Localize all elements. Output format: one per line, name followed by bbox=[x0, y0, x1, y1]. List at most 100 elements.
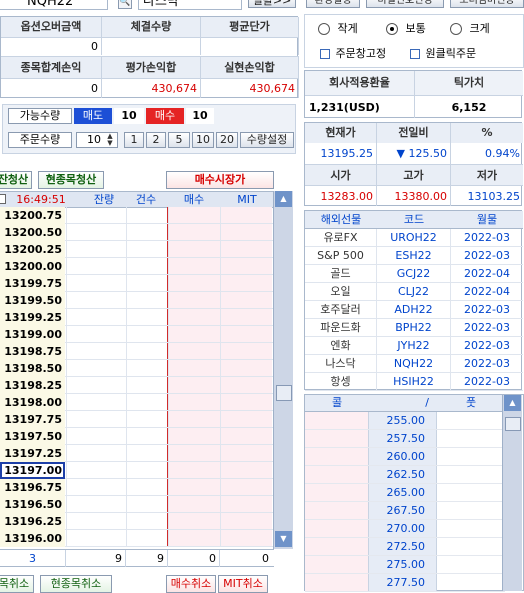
futures-name[interactable]: 엔화 bbox=[305, 337, 377, 355]
price-cell[interactable]: 13196.00 bbox=[0, 530, 65, 547]
table-row[interactable]: 13199.00 bbox=[0, 326, 293, 343]
search-icon[interactable]: 🔍 bbox=[118, 0, 132, 9]
table-row[interactable]: 13197.50 bbox=[0, 428, 293, 445]
table-row[interactable]: 13198.00 bbox=[0, 394, 293, 411]
clear-button[interactable]: 잔청산 bbox=[0, 171, 32, 189]
futures-month[interactable]: 2022-04 bbox=[451, 283, 523, 301]
password-button[interactable]: 비밀번호변경 bbox=[366, 0, 444, 8]
table-row[interactable]: 13200.25 bbox=[0, 241, 293, 258]
futures-name[interactable]: 오일 bbox=[305, 283, 377, 301]
market-buy-button[interactable]: 매수시장가 bbox=[166, 171, 274, 189]
cancel-current-button[interactable]: 현종목취소 bbox=[40, 575, 112, 593]
futures-code[interactable]: ADH22 bbox=[377, 301, 451, 319]
futures-name[interactable]: 나스닥 bbox=[305, 355, 377, 373]
futures-month[interactable]: 2022-03 bbox=[451, 319, 523, 337]
batch-button[interactable]: 일괄>> bbox=[248, 0, 296, 8]
table-row[interactable]: 13200.00 bbox=[0, 258, 293, 275]
order-grid[interactable]: 13200.75 13200.50 13200.25 13200.00 13199.75… bbox=[0, 207, 293, 547]
options-list: 콜 / 풋 255.00 257.50 260.00 262.50 265.00 267.… bbox=[304, 394, 524, 592]
table-row[interactable]: 13197.75 bbox=[0, 411, 293, 428]
qty-5-button[interactable]: 5 bbox=[168, 132, 190, 148]
table-row[interactable]: 13199.75 bbox=[0, 275, 293, 292]
qty-10-button[interactable]: 10 bbox=[192, 132, 214, 148]
grid-scrollbar[interactable]: ▲ ▼ bbox=[273, 191, 293, 549]
put-header: 풋 bbox=[465, 396, 477, 409]
table-row[interactable]: 13196.00 bbox=[0, 530, 293, 547]
price-cell[interactable]: 13199.50 bbox=[0, 292, 65, 309]
cancel-mit-button[interactable]: MIT취소 bbox=[218, 575, 268, 593]
futures-code[interactable]: HSIH22 bbox=[377, 373, 451, 391]
futures-name[interactable]: 항셍 bbox=[305, 373, 377, 391]
price-cell[interactable]: 13198.00 bbox=[0, 394, 65, 411]
price-cell[interactable]: 13197.25 bbox=[0, 445, 65, 462]
table-row[interactable]: 13198.75 bbox=[0, 343, 293, 360]
futures-month[interactable]: 2022-03 bbox=[451, 373, 523, 391]
table-row[interactable]: 13199.25 bbox=[0, 309, 293, 326]
qty-2-button[interactable]: 2 bbox=[146, 132, 166, 148]
price-cell[interactable]: 13197.00 bbox=[0, 462, 65, 479]
futures-code[interactable]: NQH22 bbox=[377, 355, 451, 373]
futures-month[interactable]: 2022-03 bbox=[451, 247, 523, 265]
qty-20-button[interactable]: 20 bbox=[216, 132, 238, 148]
price-cell[interactable]: 13196.50 bbox=[0, 496, 65, 513]
quote-table: 현재가 전일비 % 13195.25 ▼ 125.50 0.94% 시가 고가 … bbox=[304, 122, 523, 206]
lock-order-checkbox[interactable]: 주문창고정 bbox=[320, 46, 416, 62]
qty-setting-button[interactable]: 수량설정 bbox=[240, 132, 294, 148]
qty-1-button[interactable]: 1 bbox=[124, 132, 144, 148]
price-cell[interactable]: 13198.25 bbox=[0, 377, 65, 394]
table-row[interactable]: 13196.50 bbox=[0, 496, 293, 513]
percent-header: % bbox=[451, 123, 523, 143]
futures-code[interactable]: GCJ22 bbox=[377, 265, 451, 283]
fx-rate-value: 1,231(USD) bbox=[305, 95, 415, 118]
futures-month[interactable]: 2022-03 bbox=[451, 229, 523, 247]
futures-month[interactable]: 2022-04 bbox=[451, 265, 523, 283]
stepper-arrows-icon[interactable]: ▲ ▼ bbox=[104, 133, 116, 147]
checkbox-icon[interactable] bbox=[0, 194, 6, 204]
table-row[interactable]: 13197.25 bbox=[0, 445, 293, 462]
price-cell[interactable]: 13200.25 bbox=[0, 241, 65, 258]
futures-code[interactable]: JYH22 bbox=[377, 337, 451, 355]
table-row[interactable]: 13197.00 bbox=[0, 462, 293, 479]
futures-month[interactable]: 2022-03 bbox=[451, 301, 523, 319]
futures-name[interactable]: 유로FX bbox=[305, 229, 377, 247]
table-row[interactable]: 13199.50 bbox=[0, 292, 293, 309]
price-cell[interactable]: 13199.75 bbox=[0, 275, 65, 292]
futures-code[interactable]: CLJ22 bbox=[377, 283, 451, 301]
futures-month[interactable]: 2022-03 bbox=[451, 337, 523, 355]
futures-month[interactable]: 2022-03 bbox=[451, 355, 523, 373]
price-cell[interactable]: 13200.75 bbox=[0, 207, 65, 224]
settings-button[interactable]: 환경설정 bbox=[306, 0, 360, 8]
symbol-input[interactable]: NQH22 bbox=[0, 0, 108, 10]
options-scrollbar[interactable]: ▲ bbox=[502, 395, 522, 591]
futures-name[interactable]: 파운드화 bbox=[305, 319, 377, 337]
radio-large[interactable]: 크게 bbox=[450, 20, 520, 38]
futures-name[interactable]: 골드 bbox=[305, 265, 377, 283]
clear-item-button[interactable]: 현종목청산 bbox=[38, 171, 104, 189]
futures-code[interactable]: UROH22 bbox=[377, 229, 451, 247]
price-cell[interactable]: 13197.75 bbox=[0, 411, 65, 428]
summary-table: 옵션오버금액 체결수량 평균단가 0 종목합계손익 평가손익합 실현손익합 0 … bbox=[0, 16, 299, 98]
table-row[interactable]: 13198.25 bbox=[0, 377, 293, 394]
table-row[interactable]: 13198.50 bbox=[0, 360, 293, 377]
order-number-button[interactable]: 오더넘버전송 bbox=[450, 0, 524, 8]
table-row[interactable]: 13200.50 bbox=[0, 224, 293, 241]
table-row[interactable]: 13196.25 bbox=[0, 513, 293, 530]
price-cell[interactable]: 13199.00 bbox=[0, 326, 65, 343]
table-row[interactable]: 13196.75 bbox=[0, 479, 293, 496]
table-row[interactable]: 13200.75 bbox=[0, 207, 293, 224]
price-cell[interactable]: 13197.50 bbox=[0, 428, 65, 445]
price-cell[interactable]: 13199.25 bbox=[0, 309, 65, 326]
price-cell[interactable]: 13200.50 bbox=[0, 224, 65, 241]
price-cell[interactable]: 13200.00 bbox=[0, 258, 65, 275]
futures-name[interactable]: 호주달러 bbox=[305, 301, 377, 319]
futures-name[interactable]: S&P 500 bbox=[305, 247, 377, 265]
cancel-item-button[interactable]: 목취소 bbox=[0, 575, 34, 593]
price-cell[interactable]: 13196.25 bbox=[0, 513, 65, 530]
futures-code[interactable]: BPH22 bbox=[377, 319, 451, 337]
one-click-checkbox[interactable]: 원클릭주문 bbox=[410, 46, 506, 62]
price-cell[interactable]: 13196.75 bbox=[0, 479, 65, 496]
price-cell[interactable]: 13198.75 bbox=[0, 343, 65, 360]
price-cell[interactable]: 13198.50 bbox=[0, 360, 65, 377]
cancel-buy-button[interactable]: 매수취소 bbox=[166, 575, 216, 593]
futures-code[interactable]: ESH22 bbox=[377, 247, 451, 265]
